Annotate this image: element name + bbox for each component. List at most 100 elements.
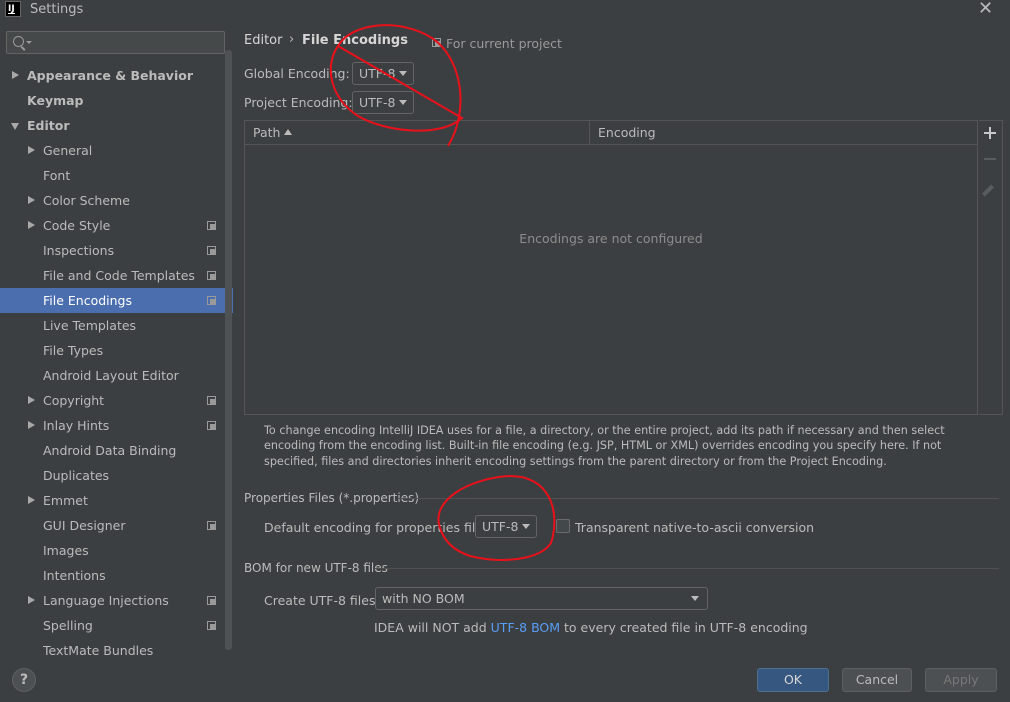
sidebar-item-label: Keymap — [27, 93, 84, 108]
sidebar-item-label: Duplicates — [43, 468, 110, 483]
sidebar-item-inlay-hints[interactable]: Inlay Hints — [0, 413, 233, 438]
sidebar-item-label: Android Data Binding — [43, 443, 177, 458]
sidebar-item-label: Spelling — [43, 618, 93, 633]
breadcrumb-separator: › — [289, 32, 295, 47]
help-button[interactable]: ? — [12, 668, 36, 692]
path-encoding-table[interactable]: Path Encoding Encodings are not configur… — [244, 120, 978, 415]
project-scope-icon — [207, 246, 216, 255]
chevron-right-icon[interactable] — [28, 221, 35, 229]
add-icon[interactable] — [984, 127, 996, 139]
sidebar-item-appearance-behavior[interactable]: Appearance & Behavior — [0, 63, 233, 88]
settings-search-box[interactable] — [6, 31, 225, 54]
apply-button[interactable]: Apply — [925, 668, 997, 692]
chevron-down-icon[interactable] — [11, 123, 19, 130]
sidebar-item-file-encodings[interactable]: File Encodings — [0, 288, 233, 313]
project-encoding-select[interactable]: UTF-8 — [352, 91, 414, 114]
sidebar-item-android-data-binding[interactable]: Android Data Binding — [0, 438, 233, 463]
sidebar-item-code-style[interactable]: Code Style — [0, 213, 233, 238]
sidebar-item-editor[interactable]: Editor — [0, 113, 233, 138]
project-encoding-value: UTF-8 — [359, 95, 396, 110]
bom-info-text: IDEA will NOT add UTF-8 BOM to every cre… — [374, 620, 808, 635]
settings-sidebar: Appearance & Behavior Keymap Editor General… — [0, 22, 233, 656]
sidebar-item-intentions[interactable]: Intentions — [0, 563, 233, 588]
sidebar-item-file-types[interactable]: File Types — [0, 338, 233, 363]
sidebar-item-images[interactable]: Images — [0, 538, 233, 563]
properties-encoding-select[interactable]: UTF-8 — [475, 515, 537, 538]
sidebar-item-duplicates[interactable]: Duplicates — [0, 463, 233, 488]
sidebar-item-file-and-code-templates[interactable]: File and Code Templates — [0, 263, 233, 288]
chevron-down-icon — [522, 524, 530, 529]
sidebar-item-label: File Encodings — [43, 293, 133, 308]
project-encoding-label: Project Encoding: — [244, 95, 353, 110]
sidebar-item-spelling[interactable]: Spelling — [0, 613, 233, 638]
transparent-native-to-ascii-label[interactable]: Transparent native-to-ascii conversion — [575, 520, 814, 535]
ok-button[interactable]: OK — [757, 668, 829, 692]
chevron-down-icon — [399, 100, 407, 105]
project-scope-icon — [207, 221, 216, 230]
page-title: File Encodings — [302, 33, 408, 48]
sidebar-item-label: Live Templates — [43, 318, 137, 333]
sidebar-item-color-scheme[interactable]: Color Scheme — [0, 188, 233, 213]
column-header-encoding[interactable]: Encoding — [598, 125, 656, 140]
properties-section-title: Properties Files (*.properties) — [244, 491, 420, 505]
sidebar-item-label: Android Layout Editor — [43, 368, 179, 383]
properties-section-divider — [398, 498, 999, 499]
column-divider[interactable] — [589, 121, 590, 145]
settings-search-input[interactable] — [35, 34, 220, 51]
window-title: Settings — [30, 2, 84, 17]
chevron-right-icon[interactable] — [12, 71, 19, 79]
column-header-path[interactable]: Path — [253, 125, 280, 140]
sidebar-item-label: Intentions — [43, 568, 106, 583]
sidebar-item-language-injections[interactable]: Language Injections — [0, 588, 233, 613]
sidebar-item-android-layout-editor[interactable]: Android Layout Editor — [0, 363, 233, 388]
sidebar-item-label: Copyright — [43, 393, 105, 408]
sidebar-item-textmate-bundles[interactable]: TextMate Bundles — [0, 638, 233, 656]
global-encoding-label: Global Encoding: — [244, 66, 350, 81]
global-encoding-select[interactable]: UTF-8 — [352, 62, 414, 85]
sidebar-item-emmet[interactable]: Emmet — [0, 488, 233, 513]
sidebar-item-live-templates[interactable]: Live Templates — [0, 313, 233, 338]
properties-encoding-value: UTF-8 — [482, 519, 519, 534]
sidebar-item-keymap[interactable]: Keymap — [0, 88, 233, 113]
close-icon[interactable]: ✕ — [978, 0, 993, 19]
bom-section-title: BOM for new UTF-8 files — [244, 561, 388, 575]
utf8-bom-link[interactable]: UTF-8 BOM — [491, 620, 560, 635]
project-scope-icon — [207, 296, 216, 305]
chevron-down-icon — [399, 71, 407, 76]
sort-ascending-icon — [284, 129, 292, 135]
search-options-chevron-icon[interactable] — [26, 41, 32, 44]
sidebar-item-general[interactable]: General — [0, 138, 233, 163]
dialog-button-bar: ? OK Cancel Apply — [0, 656, 1010, 702]
sidebar-item-label: Inlay Hints — [43, 418, 110, 433]
sidebar-item-inspections[interactable]: Inspections — [0, 238, 233, 263]
transparent-native-to-ascii-checkbox[interactable] — [556, 519, 570, 533]
chevron-right-icon[interactable] — [28, 396, 35, 404]
search-icon — [13, 36, 24, 47]
breadcrumb-editor[interactable]: Editor — [244, 33, 282, 48]
chevron-right-icon[interactable] — [28, 596, 35, 604]
create-utf8-files-select[interactable]: with NO BOM — [375, 587, 708, 610]
sidebar-item-label: Editor — [27, 118, 70, 133]
cancel-button[interactable]: Cancel — [842, 668, 912, 692]
sidebar-scrollbar[interactable] — [225, 50, 232, 650]
create-utf8-files-label: Create UTF-8 files: — [264, 593, 380, 608]
default-properties-encoding-label: Default encoding for properties files: — [264, 520, 494, 535]
sidebar-item-gui-designer[interactable]: GUI Designer — [0, 513, 233, 538]
chevron-right-icon[interactable] — [28, 421, 35, 429]
chevron-right-icon[interactable] — [28, 196, 35, 204]
sidebar-item-label: General — [43, 143, 93, 158]
chevron-right-icon[interactable] — [28, 496, 35, 504]
global-encoding-value: UTF-8 — [359, 66, 396, 81]
file-encodings-panel: Editor › File Encodings For current proj… — [233, 22, 1010, 656]
title-bar: IJ Settings ✕ — [0, 0, 1010, 20]
project-scope-icon — [207, 621, 216, 630]
sidebar-item-font[interactable]: Font — [0, 163, 233, 188]
sidebar-item-copyright[interactable]: Copyright — [0, 388, 233, 413]
edit-icon[interactable] — [981, 184, 995, 197]
project-scope-icon — [207, 521, 216, 530]
project-scope-icon — [207, 421, 216, 430]
remove-icon[interactable] — [984, 158, 996, 160]
chevron-right-icon[interactable] — [28, 146, 35, 154]
encoding-help-text: To change encoding IntelliJ IDEA uses fo… — [264, 424, 945, 468]
sidebar-item-label: Code Style — [43, 218, 111, 233]
